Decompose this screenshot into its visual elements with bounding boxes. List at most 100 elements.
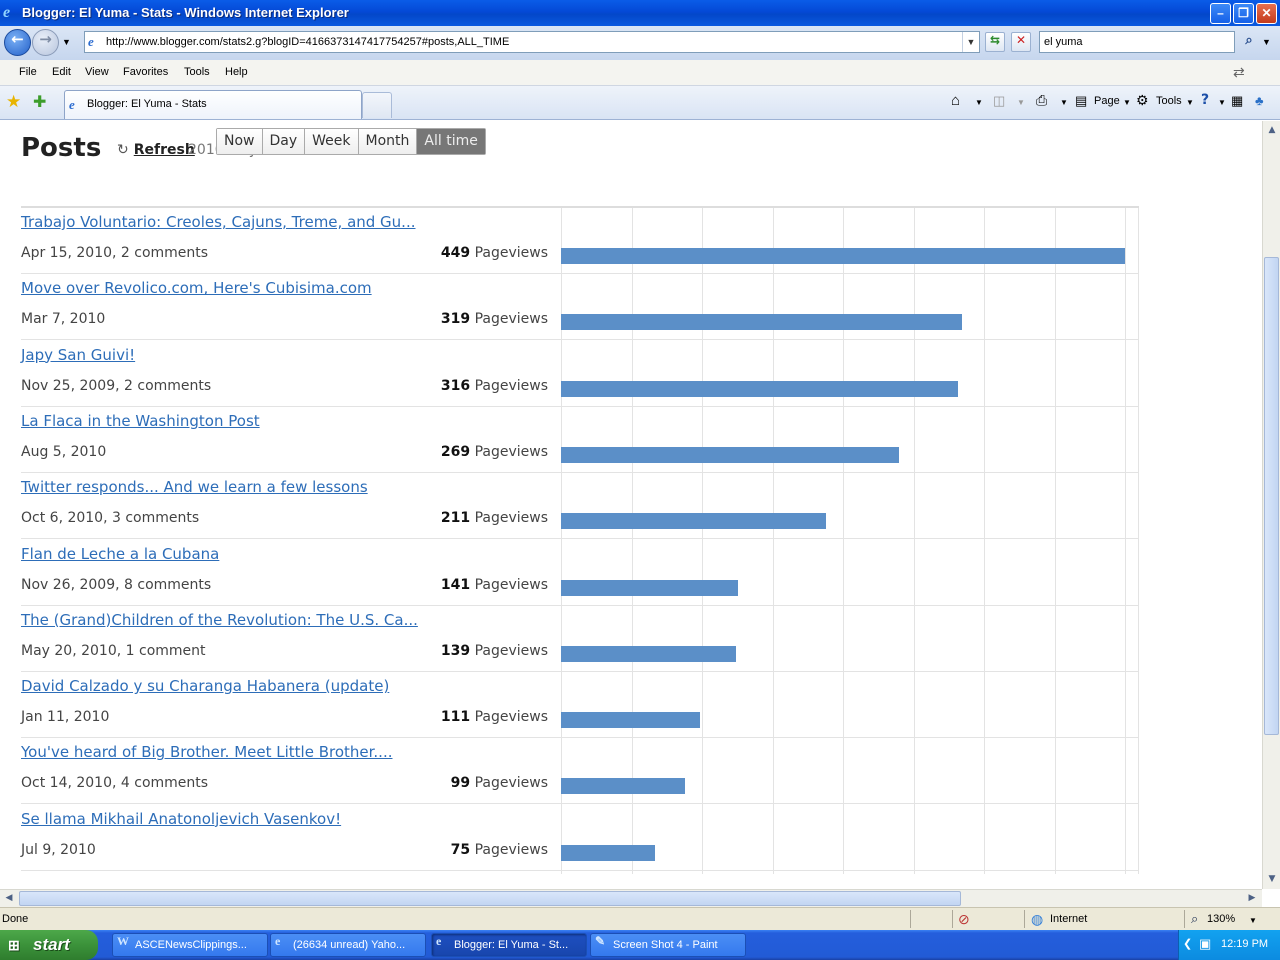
back-button[interactable]: ← (4, 29, 31, 56)
pageview-bar (561, 248, 1125, 264)
page-menu-icon: ▤ (1075, 93, 1088, 108)
menu-bar: File Edit View Favorites Tools Help ⇄ (0, 60, 1280, 86)
scroll-up-icon[interactable]: ▲ (1264, 122, 1280, 138)
post-title-link[interactable]: Trabajo Voluntario: Creoles, Cajuns, Tre… (21, 213, 416, 231)
page-dropdown-icon[interactable]: ▼ (1123, 98, 1131, 107)
status-separator (1184, 910, 1185, 928)
add-favorites-icon[interactable]: ✚ (33, 92, 46, 112)
history-dropdown-icon[interactable]: ▼ (62, 37, 71, 47)
task-paint[interactable]: ✎ Screen Shot 4 - Paint (590, 933, 746, 957)
refresh-link[interactable]: ↻ Refresh (117, 142, 195, 158)
forward-arrow-icon: → (39, 30, 52, 48)
home-icon[interactable]: ⌂ (951, 92, 960, 109)
window-title: Blogger: El Yuma - Stats - Windows Inter… (22, 5, 349, 20)
zoom-dropdown-icon[interactable]: ▼ (1249, 916, 1257, 925)
forward-button[interactable]: → (32, 29, 59, 56)
period-day-button[interactable]: Day (262, 129, 306, 154)
vertical-scroll-thumb[interactable] (1264, 257, 1279, 735)
post-title-link[interactable]: You've heard of Big Brother. Meet Little… (21, 743, 392, 761)
search-options-icon[interactable]: ▼ (1262, 37, 1271, 47)
help-icon[interactable]: ? (1201, 92, 1209, 108)
period-all-time-button[interactable]: All time (417, 129, 485, 154)
post-meta: Jan 11, 2010 (21, 709, 110, 726)
tools-menu-button[interactable]: Tools (1156, 95, 1182, 107)
messenger-icon[interactable]: ♣ (1255, 93, 1264, 108)
vertical-scrollbar[interactable]: ▲ ▼ (1262, 121, 1280, 889)
windows-flag-icon: ⊞ (8, 937, 20, 953)
refresh-icon: ↻ (117, 142, 129, 158)
refresh-arrows-icon: ⇆ (989, 33, 1001, 47)
address-field[interactable]: e http://www.blogger.com/stats2.g?blogID… (84, 31, 980, 53)
post-title-link[interactable]: La Flaca in the Washington Post (21, 412, 260, 430)
tab-page-icon: e (69, 97, 75, 112)
network-icon[interactable]: ▣ (1199, 936, 1211, 952)
post-title-link[interactable]: Move over Revolico.com, Here's Cubisima.… (21, 279, 372, 297)
favorites-star-icon[interactable]: ★ (6, 92, 21, 112)
pageview-unit: Pageviews (474, 311, 548, 328)
security-zone-label: Internet (1050, 913, 1088, 925)
maximize-button[interactable]: ❐ (1233, 3, 1254, 24)
refresh-label: Refresh (133, 142, 195, 158)
research-icon[interactable]: ▦ (1231, 93, 1243, 109)
tray-collapse-icon[interactable]: ❮ (1183, 937, 1192, 950)
task-blogger[interactable]: e Blogger: El Yuma - St... (431, 933, 587, 957)
post-title-link[interactable]: Se llama Mikhail Anatonoljevich Vasenkov… (21, 810, 341, 828)
menu-view[interactable]: View (85, 66, 109, 78)
task-word[interactable]: W ASCENewsClippings... (112, 933, 268, 957)
ie-task-icon: e (436, 934, 442, 948)
table-row: Se llama Mikhail Anatonoljevich Vasenkov… (21, 805, 1139, 871)
tools-dropdown-icon[interactable]: ▼ (1186, 98, 1194, 107)
help-dropdown-icon[interactable]: ▼ (1218, 98, 1226, 107)
page-menu-button[interactable]: Page (1094, 95, 1120, 107)
translate-icon[interactable]: ⇄ (1233, 64, 1245, 81)
post-title-link[interactable]: Flan de Leche a la Cubana (21, 545, 219, 563)
pageview-number: 75 (450, 841, 471, 858)
start-button[interactable]: ⊞ start (0, 930, 98, 960)
menu-help[interactable]: Help (225, 66, 248, 78)
close-button[interactable]: ✕ (1256, 3, 1277, 24)
address-dropdown-icon[interactable]: ▼ (962, 32, 979, 52)
zoom-level[interactable]: 130% (1207, 913, 1235, 925)
task-yahoo-mail[interactable]: e (26634 unread) Yaho... (270, 933, 426, 957)
pageview-bar (561, 513, 827, 530)
horizontal-scroll-thumb[interactable] (19, 891, 961, 906)
stop-button[interactable]: ✕ (1011, 32, 1031, 52)
pageview-unit: Pageviews (474, 245, 548, 261)
table-row: Move over Revolico.com, Here's Cubisima.… (21, 274, 1139, 341)
post-meta: May 20, 2010, 1 comment (21, 642, 206, 659)
menu-favorites[interactable]: Favorites (123, 66, 168, 78)
menu-edit[interactable]: Edit (52, 66, 71, 78)
new-tab-button[interactable] (362, 92, 392, 118)
print-dropdown-icon[interactable]: ▼ (1060, 98, 1068, 107)
minimize-button[interactable]: – (1210, 3, 1231, 24)
search-magnifier-icon[interactable]: ⌕ (1238, 33, 1260, 53)
period-now-button[interactable]: Now (217, 129, 263, 154)
word-icon: W (117, 934, 129, 948)
menu-tools[interactable]: Tools (184, 66, 210, 78)
feeds-dropdown-icon[interactable]: ▼ (1017, 98, 1025, 107)
search-box[interactable] (1039, 31, 1235, 53)
scroll-left-icon[interactable]: ◀ (1, 890, 17, 906)
pageview-number: 211 (440, 510, 471, 527)
status-text: Done (2, 913, 29, 925)
refresh-page-button[interactable]: ⇆ (985, 32, 1005, 52)
tab-blogger-stats[interactable]: e Blogger: El Yuma - Stats (64, 90, 362, 119)
print-icon[interactable]: ⎙ (1036, 92, 1047, 109)
search-input[interactable] (1040, 32, 1234, 52)
popup-blocker-icon[interactable]: ⊘ (958, 911, 970, 928)
scroll-down-icon[interactable]: ▼ (1264, 871, 1280, 887)
menu-file[interactable]: File (19, 66, 37, 78)
period-week-button[interactable]: Week (305, 129, 359, 154)
post-title-link[interactable]: David Calzado y su Charanga Habanera (up… (21, 677, 389, 695)
pageview-bar (561, 579, 739, 596)
pageview-count: 211 Pageviews (361, 510, 548, 526)
post-title-link[interactable]: The (Grand)Children of the Revolution: T… (21, 611, 418, 629)
post-title-link[interactable]: Japy San Guivi! (21, 346, 135, 364)
pageview-unit: Pageviews (474, 642, 548, 659)
horizontal-scrollbar[interactable]: ◀ ▶ (0, 889, 1262, 907)
home-dropdown-icon[interactable]: ▼ (975, 98, 983, 107)
post-title-link[interactable]: Twitter responds... And we learn a few l… (21, 478, 368, 496)
feeds-icon[interactable]: ◫ (993, 93, 1005, 109)
scroll-right-icon[interactable]: ▶ (1244, 890, 1260, 906)
period-month-button[interactable]: Month (358, 129, 418, 154)
